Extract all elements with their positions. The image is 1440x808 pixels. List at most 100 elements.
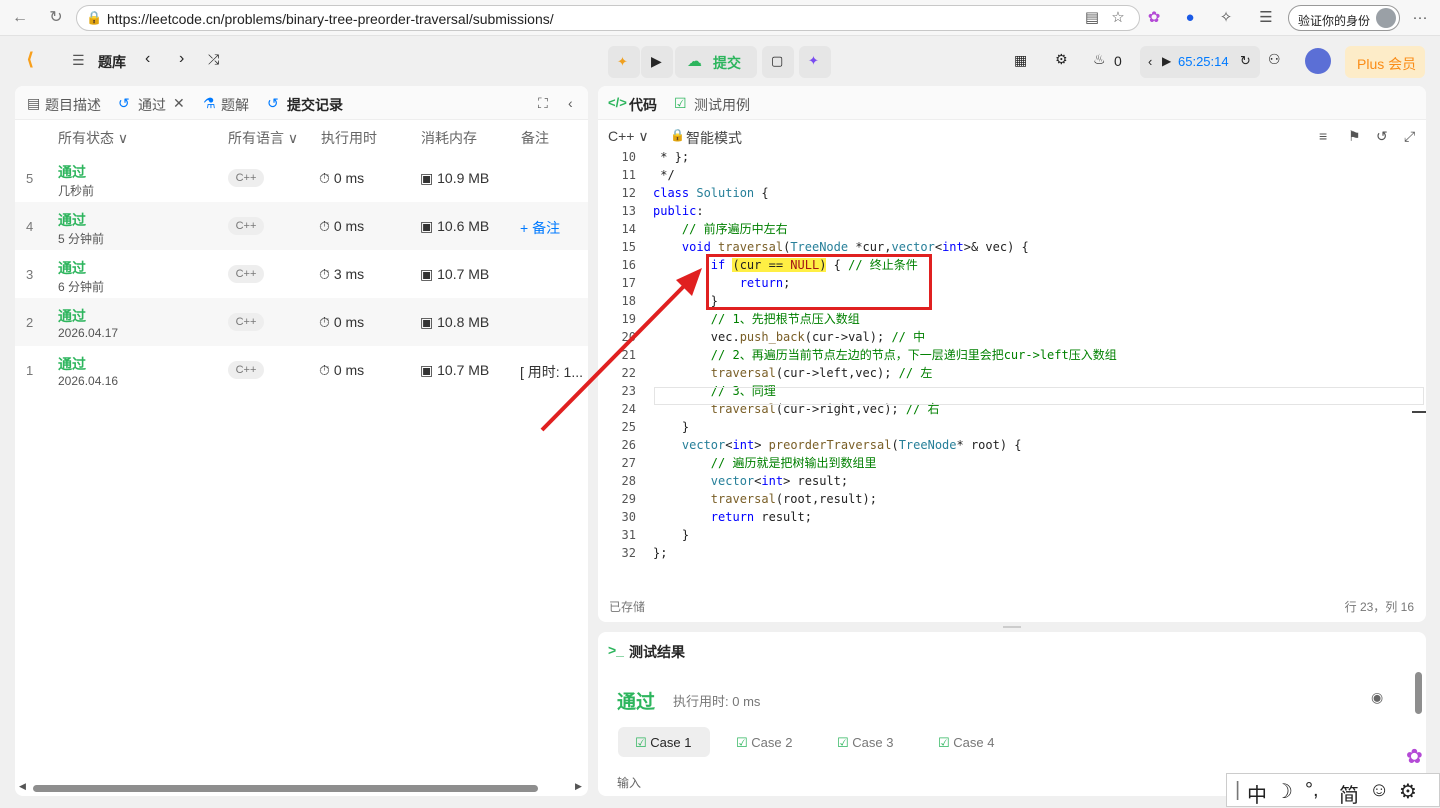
random-problem-icon[interactable]: ⤮ — [208, 51, 219, 68]
flask-icon: ⚗ — [203, 95, 216, 111]
ime-handle[interactable]: | — [1235, 779, 1240, 802]
code-line[interactable]: 22 traversal(cur->left,vec); // 左 — [598, 364, 1416, 382]
table-row[interactable]: 5 通过 几秒前 C++ ⏱ 0 ms ▣ 10.9 MB — [15, 154, 588, 202]
more-menu-icon[interactable]: ··· — [1410, 8, 1430, 28]
close-tab-icon[interactable]: ✕ — [173, 95, 185, 112]
extension-chat-icon[interactable]: ● — [1180, 8, 1200, 28]
code-line[interactable]: 10 * }; — [598, 152, 1416, 166]
extensions-icon[interactable]: ✧ — [1216, 8, 1236, 28]
tab-submissions[interactable]: 提交记录 — [287, 95, 343, 115]
scroll-left-icon[interactable]: ◀ — [19, 781, 26, 792]
leetcode-logo-icon[interactable]: ⟨ — [26, 49, 34, 70]
table-row[interactable]: 1 通过 2026.04.16 C++ ⏱ 0 ms ▣ 10.7 MB[ 用时: 1..… — [15, 346, 588, 394]
code-line[interactable]: 20 vec.push_back(cur->val); // 中 — [598, 328, 1416, 346]
panel-resize-handle[interactable] — [1003, 626, 1021, 628]
streak-flame-icon[interactable]: ♨ — [1093, 51, 1106, 68]
code-line[interactable]: 19 // 1、先把根节点压入数组 — [598, 310, 1416, 328]
ime-mode-chinese[interactable]: 中 — [1247, 779, 1267, 808]
code-line[interactable]: 14 // 前序遍历中左右 — [598, 220, 1416, 238]
code-line[interactable]: 13 public: — [598, 202, 1416, 220]
case-tab[interactable]: ☑ Case 1 — [635, 735, 691, 751]
smart-mode-toggle[interactable]: 智能模式 — [686, 128, 742, 148]
submission-status[interactable]: 通过 — [58, 210, 86, 230]
submission-status[interactable]: 通过 — [58, 354, 86, 374]
submission-status[interactable]: 通过 — [58, 258, 86, 278]
timer-play-icon[interactable]: ▶ — [1162, 54, 1171, 68]
tab-testcase[interactable]: 测试用例 — [694, 95, 750, 115]
back-icon[interactable]: ← — [10, 8, 30, 28]
collapse-panel-icon[interactable]: ‹ — [568, 95, 573, 111]
prev-problem-icon[interactable]: ‹ — [145, 50, 150, 68]
ime-toolbar[interactable]: | 中 ☽ °, 简 ☺ ⚙ — [1226, 773, 1440, 807]
case-tab[interactable]: ☑ Case 3 — [837, 735, 893, 751]
ai-assistant-button[interactable]: ✦ — [799, 46, 831, 78]
ime-simplified[interactable]: 简 — [1339, 779, 1359, 808]
line-number: 11 — [621, 168, 636, 182]
extension-brain-icon[interactable]: ✿ — [1144, 8, 1164, 28]
user-avatar[interactable] — [1305, 48, 1331, 74]
note-button[interactable]: ▢ — [762, 46, 794, 78]
reset-code-icon[interactable]: ↺ — [1376, 128, 1388, 145]
eye-icon[interactable]: ◉ — [1371, 689, 1383, 706]
code-line[interactable]: 31 } — [598, 526, 1416, 544]
next-problem-icon[interactable]: › — [179, 50, 184, 68]
case-tab[interactable]: ☑ Case 4 — [938, 735, 994, 751]
add-friend-icon[interactable]: ⚇ — [1268, 51, 1281, 68]
table-row[interactable]: 3 通过 6 分钟前 C++ ⏱ 3 ms ▣ 10.7 MB — [15, 250, 588, 298]
submission-status[interactable]: 通过 — [58, 306, 86, 326]
language-select[interactable]: C++ ∨ — [608, 128, 649, 145]
result-title[interactable]: 测试结果 — [629, 642, 685, 662]
code-line[interactable]: 32}; — [598, 544, 1416, 562]
reload-icon[interactable]: ↻ — [46, 8, 66, 28]
tab-solutions[interactable]: 题解 — [221, 95, 249, 115]
format-icon[interactable]: ≡ — [1319, 128, 1327, 144]
table-row[interactable]: 4 通过 5 分钟前 C++ ⏱ 0 ms ▣ 10.6 MB + 备注 — [15, 202, 588, 250]
bookmark-icon[interactable]: ⚑ — [1348, 128, 1361, 145]
code-line[interactable]: 25 } — [598, 418, 1416, 436]
tab-code[interactable]: 代码 — [629, 95, 657, 115]
settings-icon[interactable]: ⚙ — [1055, 51, 1068, 68]
code-line[interactable]: 11 */ — [598, 166, 1416, 184]
code-line[interactable]: 28 vector<int> result; — [598, 472, 1416, 490]
profile-verify-button[interactable]: 验证你的身份 — [1288, 5, 1400, 31]
horizontal-scrollbar[interactable]: ◀ ▶ — [19, 781, 585, 794]
status-filter[interactable]: 所有状态 ∨ — [58, 128, 128, 148]
expand-editor-icon[interactable]: ⤢ — [1404, 128, 1415, 145]
debug-button[interactable]: ✦ — [608, 46, 640, 78]
reader-icon[interactable]: ▤ — [1082, 8, 1102, 28]
fullscreen-icon[interactable]: ⛶ — [538, 95, 548, 112]
problem-list-link[interactable]: 题库 — [98, 52, 126, 72]
timer-reset-icon[interactable]: ↻ — [1240, 53, 1251, 69]
tab-description[interactable]: 题目描述 — [45, 95, 101, 115]
run-button[interactable]: ▶ — [641, 46, 673, 78]
tab-passed[interactable]: 通过 — [138, 95, 166, 115]
scroll-right-icon[interactable]: ▶ — [575, 781, 582, 792]
favorites-list-icon[interactable]: ☰ — [1256, 8, 1276, 28]
table-row[interactable]: 2 通过 2026.04.17 C++ ⏱ 0 ms ▣ 10.8 MB — [15, 298, 588, 346]
code-line[interactable]: 26 vector<int> preorderTraversal(TreeNod… — [598, 436, 1416, 454]
ime-halfwidth-moon-icon[interactable]: ☽ — [1275, 779, 1293, 804]
note-cell[interactable]: + 备注 — [520, 218, 560, 238]
code-line[interactable]: 21 // 2、再遍历当前节点左边的节点，下一层递归里会把cur->left压入… — [598, 346, 1416, 364]
scrollbar-thumb[interactable] — [33, 785, 538, 792]
result-scrollbar-thumb[interactable] — [1415, 672, 1422, 714]
case-tab[interactable]: ☑ Case 2 — [736, 735, 792, 751]
language-filter[interactable]: 所有语言 ∨ — [228, 128, 298, 148]
timer-widget[interactable]: ‹ ▶ 65:25:14 ↻ — [1140, 46, 1260, 78]
ime-emoji-icon[interactable]: ☺ — [1369, 779, 1389, 802]
submission-status[interactable]: 通过 — [58, 162, 86, 182]
code-editor[interactable]: 10 * }; 11 */12 class Solution {13 public: 1… — [598, 152, 1416, 566]
favorite-icon[interactable]: ☆ — [1108, 8, 1128, 28]
code-line[interactable]: 27 // 遍历就是把树输出到数组里 — [598, 454, 1416, 472]
submit-button[interactable]: ☁ 提交 — [675, 46, 757, 78]
ime-punctuation-icon[interactable]: °, — [1305, 779, 1319, 802]
ime-settings-icon[interactable]: ⚙ — [1399, 779, 1417, 804]
code-line[interactable]: 30 return result; — [598, 508, 1416, 526]
plus-membership-button[interactable]: Plus 会员 — [1345, 46, 1425, 78]
floating-assistant-icon[interactable]: ✿ — [1406, 744, 1423, 769]
code-line[interactable]: 12 class Solution { — [598, 184, 1416, 202]
code-line[interactable]: 29 traversal(root,result); — [598, 490, 1416, 508]
address-bar[interactable]: 🔒 https://leetcode.cn/problems/binary-tr… — [76, 5, 1140, 31]
layout-icon[interactable]: ▦ — [1014, 52, 1027, 69]
timer-collapse-icon[interactable]: ‹ — [1148, 54, 1152, 69]
